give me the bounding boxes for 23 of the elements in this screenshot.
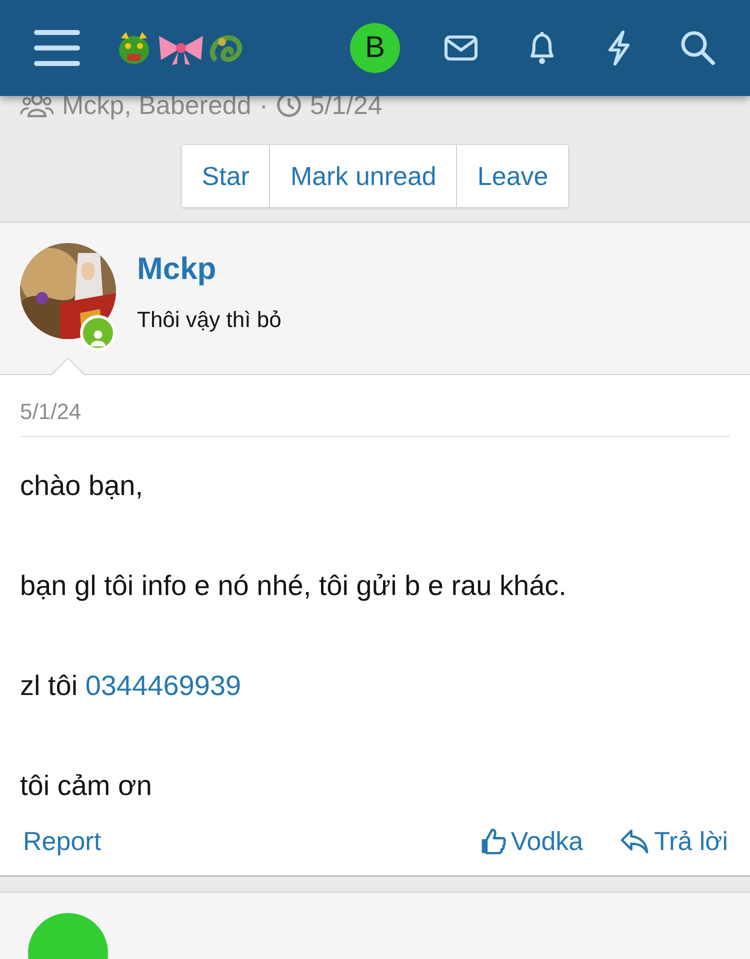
message-text: chào bạn, [20, 469, 144, 503]
menu-icon[interactable] [34, 30, 80, 66]
mail-icon[interactable] [444, 35, 478, 61]
message-date: 5/1/24 [20, 399, 730, 437]
message-text: bạn gl tôi info e nó nhé, tôi gửi b e rau khác. [20, 569, 568, 603]
reply-link[interactable]: Trả lời [617, 826, 728, 856]
user-title: Thôi vậy thì bỏ [137, 307, 282, 333]
lightning-icon[interactable] [606, 30, 632, 66]
report-link[interactable]: Report [20, 826, 102, 856]
action-button[interactable]: Star [182, 145, 270, 207]
search-icon[interactable] [680, 30, 716, 66]
user-avatar[interactable]: B [350, 23, 400, 73]
action-button[interactable]: Leave [457, 145, 568, 207]
like-link[interactable]: Vodka [476, 826, 584, 856]
author-link[interactable]: Mckp [137, 251, 282, 287]
participants-text: Mckp, Baberedd [62, 90, 252, 120]
message-text: tôi cảm ơn [20, 769, 153, 803]
conversation-date: 5/1/24 [310, 90, 382, 120]
action-button[interactable]: Mark unread [270, 145, 458, 207]
phone-link[interactable]: 0344469939 [85, 670, 242, 701]
message-text: zl tôi 0344469939 [20, 669, 242, 703]
reply-icon [620, 828, 650, 854]
meta-separator: · [259, 90, 268, 120]
